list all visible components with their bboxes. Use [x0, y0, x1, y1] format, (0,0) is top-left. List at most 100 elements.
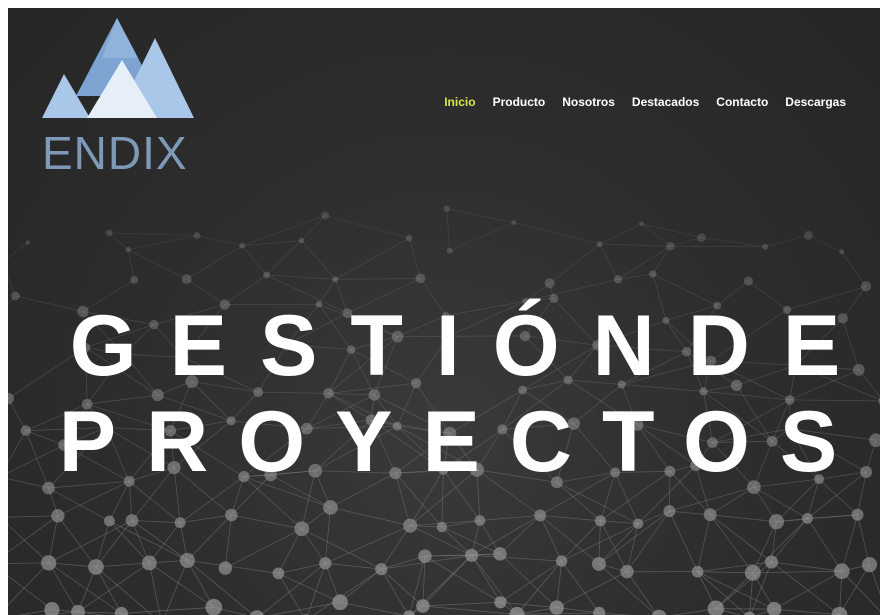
mesh-node — [403, 518, 418, 533]
mesh-node — [272, 567, 285, 580]
mesh-line — [715, 561, 772, 609]
mesh-line — [335, 278, 421, 280]
nav-item-descargas[interactable]: Descargas — [785, 94, 846, 110]
mesh-line — [128, 235, 198, 250]
mesh-line — [561, 560, 600, 614]
mesh-line — [670, 245, 766, 248]
nav-item-destacados[interactable]: Destacados — [632, 94, 699, 110]
hero-section: ENDIX Inicio Producto Nosotros Destacado… — [8, 8, 880, 615]
mesh-node — [71, 604, 85, 615]
mesh-line — [48, 520, 133, 564]
mesh-line — [164, 560, 188, 615]
mesh-line — [753, 486, 808, 519]
mesh-line — [180, 514, 232, 524]
mesh-line — [8, 562, 49, 606]
nav-item-inicio[interactable]: Inicio — [444, 94, 475, 110]
mesh-node — [415, 273, 426, 284]
mesh-node — [105, 229, 113, 237]
mesh-line — [231, 514, 302, 530]
mesh-line — [301, 240, 336, 280]
mesh-line — [186, 245, 243, 280]
mesh-node — [802, 513, 813, 524]
mesh-line — [131, 520, 181, 524]
mesh-node — [534, 509, 547, 522]
mesh-line — [670, 237, 702, 247]
mesh-node — [549, 600, 564, 615]
mesh-node — [474, 515, 486, 526]
mesh-node — [511, 220, 517, 225]
mesh-node — [44, 602, 60, 615]
mesh-line — [242, 215, 326, 247]
mesh-node — [436, 521, 448, 533]
mesh-line — [500, 601, 557, 608]
mesh-node — [332, 276, 339, 283]
mesh-node — [651, 609, 667, 615]
mesh-node — [125, 246, 132, 253]
mesh-line — [471, 555, 501, 603]
mesh-node — [663, 505, 676, 518]
mesh-node — [764, 555, 779, 569]
mesh-line — [266, 274, 336, 280]
mesh-line — [669, 486, 755, 512]
mesh-node — [632, 518, 644, 529]
mountain-logo-icon — [42, 18, 194, 118]
mesh-line — [278, 562, 326, 574]
mesh-node — [744, 564, 761, 581]
mesh-line — [626, 510, 670, 572]
mesh-line — [109, 232, 198, 236]
mesh-line — [701, 237, 766, 248]
mesh-line — [471, 555, 518, 615]
mesh-node — [743, 276, 753, 286]
mesh-node — [743, 611, 755, 615]
mesh-line — [626, 523, 639, 572]
hero-heading: GESTIÓNDE PROYECTOS — [8, 298, 880, 490]
mesh-line — [599, 223, 642, 245]
mesh-node — [493, 547, 507, 561]
mesh-node — [443, 205, 450, 212]
mesh-line — [841, 251, 867, 287]
mesh-line — [301, 215, 326, 241]
mesh-node — [666, 241, 675, 251]
hero-heading-line-1: GESTIÓNDE — [69, 298, 874, 394]
mesh-node — [25, 240, 31, 245]
mesh-line — [869, 564, 880, 595]
mesh-line — [807, 518, 843, 572]
mesh-line — [709, 486, 755, 516]
nav-item-producto[interactable]: Producto — [493, 94, 546, 110]
nav-item-contacto[interactable]: Contacto — [716, 94, 768, 110]
nav-item-nosotros[interactable]: Nosotros — [562, 94, 615, 110]
mesh-node — [103, 515, 115, 527]
mesh-node — [696, 233, 706, 243]
mesh-line — [709, 514, 772, 563]
mesh-node — [88, 559, 104, 575]
mesh-node — [465, 548, 479, 562]
mesh-line — [196, 235, 243, 247]
mesh-node — [249, 610, 264, 615]
mesh-node — [375, 563, 388, 576]
mesh-line — [330, 507, 411, 527]
mesh-node — [596, 241, 603, 248]
mesh-node — [766, 601, 782, 615]
mesh-node — [594, 515, 606, 527]
endix-logo[interactable]: ENDIX — [42, 14, 202, 184]
mesh-line — [669, 511, 698, 572]
mesh-line — [499, 515, 541, 555]
mesh-node — [218, 561, 232, 575]
mesh-line — [408, 238, 421, 279]
mesh-line — [121, 606, 214, 614]
mesh-line — [381, 555, 426, 570]
mesh-node — [179, 552, 195, 568]
mesh-node — [649, 270, 657, 278]
mesh-line — [617, 273, 653, 280]
mesh-line — [672, 608, 716, 615]
mesh-line — [479, 514, 541, 521]
mesh-line — [242, 245, 267, 276]
mesh-line — [441, 520, 480, 528]
mesh-line — [449, 222, 514, 252]
mesh-line — [108, 232, 129, 250]
mesh-line — [617, 245, 671, 280]
mesh-line — [697, 571, 775, 610]
mesh-node — [181, 274, 192, 285]
mesh-line — [301, 528, 382, 570]
mesh-node — [294, 521, 310, 537]
